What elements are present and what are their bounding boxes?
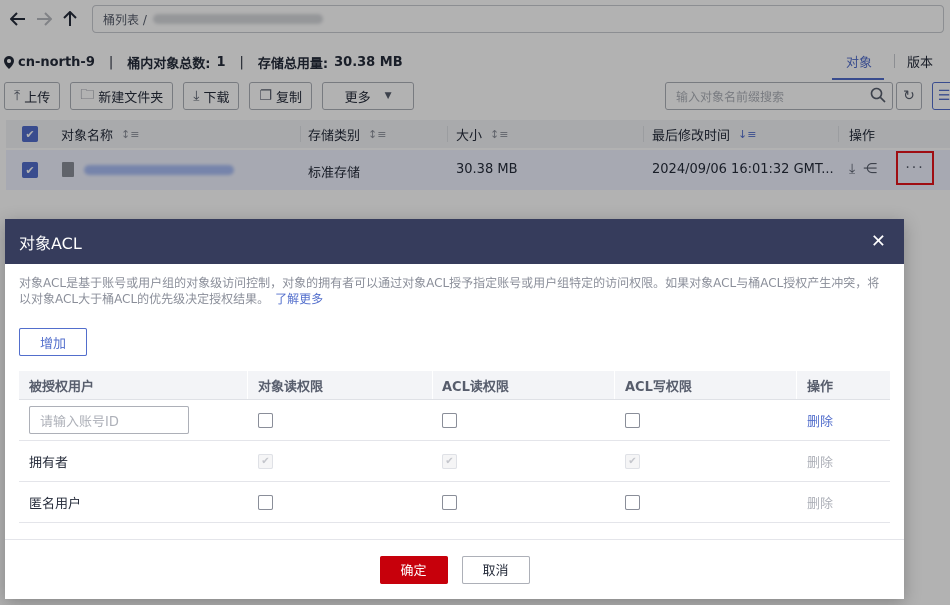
acl-read-checkbox[interactable]	[442, 494, 457, 510]
cancel-button[interactable]: 取消	[461, 555, 530, 584]
object-acl-dialog: 对象ACL ✕ 对象ACL是基于账号或用户组的对象级访问控制，对象的拥有者可以通…	[5, 219, 904, 599]
acl-write-checkbox: ✔	[625, 453, 640, 469]
column-acl-read: ACL读权限	[442, 379, 509, 395]
dialog-header: 对象ACL ✕	[5, 219, 904, 264]
column-actions: 操作	[807, 379, 834, 395]
grantee-owner: 拥有者	[29, 455, 69, 471]
acl-row: 匿名用户 删除	[19, 482, 890, 523]
close-icon[interactable]: ✕	[871, 231, 886, 252]
column-object-read: 对象读权限	[258, 379, 324, 395]
account-id-input[interactable]: 请输入账号ID	[29, 406, 189, 434]
object-read-checkbox[interactable]	[258, 494, 273, 510]
delete-link: 删除	[807, 496, 834, 512]
object-read-checkbox: ✔	[258, 453, 273, 469]
add-button[interactable]: 增加	[19, 328, 87, 356]
confirm-button[interactable]: 确定	[379, 555, 448, 584]
acl-table: 被授权用户 对象读权限 ACL读权限 ACL写权限 操作 请输入账号ID 删除 …	[19, 371, 890, 523]
learn-more-link[interactable]: 了解更多	[275, 292, 323, 306]
acl-table-header: 被授权用户 对象读权限 ACL读权限 ACL写权限 操作	[19, 371, 890, 400]
acl-row: 请输入账号ID 删除	[19, 400, 890, 441]
dialog-title: 对象ACL	[19, 233, 82, 253]
column-grantee: 被授权用户	[29, 379, 95, 395]
acl-row: 拥有者 ✔ ✔ ✔ 删除	[19, 441, 890, 482]
grantee-anonymous: 匿名用户	[29, 496, 82, 512]
acl-read-checkbox[interactable]	[442, 412, 457, 428]
delete-link: 删除	[807, 455, 834, 471]
delete-link[interactable]: 删除	[807, 411, 833, 430]
dialog-footer: 确定 取消	[5, 539, 904, 599]
column-acl-write: ACL写权限	[625, 379, 692, 395]
acl-read-checkbox: ✔	[442, 453, 457, 469]
acl-write-checkbox[interactable]	[625, 494, 640, 510]
dialog-description: 对象ACL是基于账号或用户组的对象级访问控制，对象的拥有者可以通过对象ACL授予…	[19, 276, 880, 306]
acl-write-checkbox[interactable]	[625, 412, 640, 428]
object-read-checkbox[interactable]	[258, 412, 273, 428]
